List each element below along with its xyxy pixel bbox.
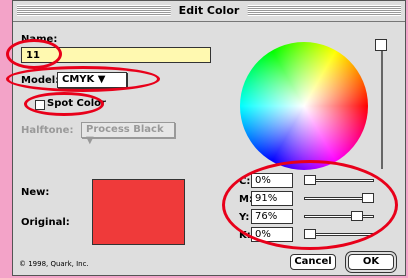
magenta-field[interactable]: 91% xyxy=(251,191,293,206)
cyan-slider-thumb[interactable] xyxy=(304,175,316,185)
copyright-text: © 1998, Quark, Inc. xyxy=(19,260,89,268)
model-label: Model: xyxy=(21,75,60,86)
yellow-slider-track[interactable] xyxy=(304,215,374,218)
black-label: K: xyxy=(239,230,251,241)
edit-color-dialog: Edit Color Name: 11 Model: CMYK ▼ Spot C… xyxy=(12,0,406,276)
color-wheel[interactable] xyxy=(240,42,368,170)
cyan-field[interactable]: 0% xyxy=(251,173,293,188)
black-slider-thumb[interactable] xyxy=(304,229,316,239)
ok-button[interactable]: OK xyxy=(348,254,394,270)
original-color-label: Original: xyxy=(21,217,70,228)
spot-color-checkbox[interactable] xyxy=(35,100,45,110)
cyan-label: C: xyxy=(239,176,251,187)
yellow-slider-thumb[interactable] xyxy=(351,211,363,221)
name-label: Name: xyxy=(21,34,58,45)
brightness-slider-thumb[interactable] xyxy=(375,39,387,51)
new-color-label: New: xyxy=(21,187,50,198)
yellow-field[interactable]: 76% xyxy=(251,209,293,224)
yellow-label: Y: xyxy=(239,212,250,223)
name-field[interactable]: 11 xyxy=(21,47,211,63)
spot-color-label: Spot Color xyxy=(47,98,106,109)
model-popup-value: CMYK xyxy=(62,74,95,85)
chevron-down-icon: ▼ xyxy=(86,135,94,146)
brightness-slider-track[interactable] xyxy=(381,49,383,169)
title-bar[interactable]: Edit Color xyxy=(13,1,405,22)
magenta-slider-thumb[interactable] xyxy=(362,193,374,203)
halftone-popup-value: Process Black xyxy=(86,124,164,135)
black-field[interactable]: 0% xyxy=(251,227,293,242)
chevron-down-icon: ▼ xyxy=(97,74,106,85)
model-popup[interactable]: CMYK ▼ xyxy=(57,72,127,88)
dialog-title: Edit Color xyxy=(170,4,248,17)
cancel-button[interactable]: Cancel xyxy=(290,254,336,270)
color-swatch xyxy=(92,179,185,245)
halftone-label: Halftone: xyxy=(21,125,74,136)
halftone-popup: Process Black ▼ xyxy=(81,122,175,146)
